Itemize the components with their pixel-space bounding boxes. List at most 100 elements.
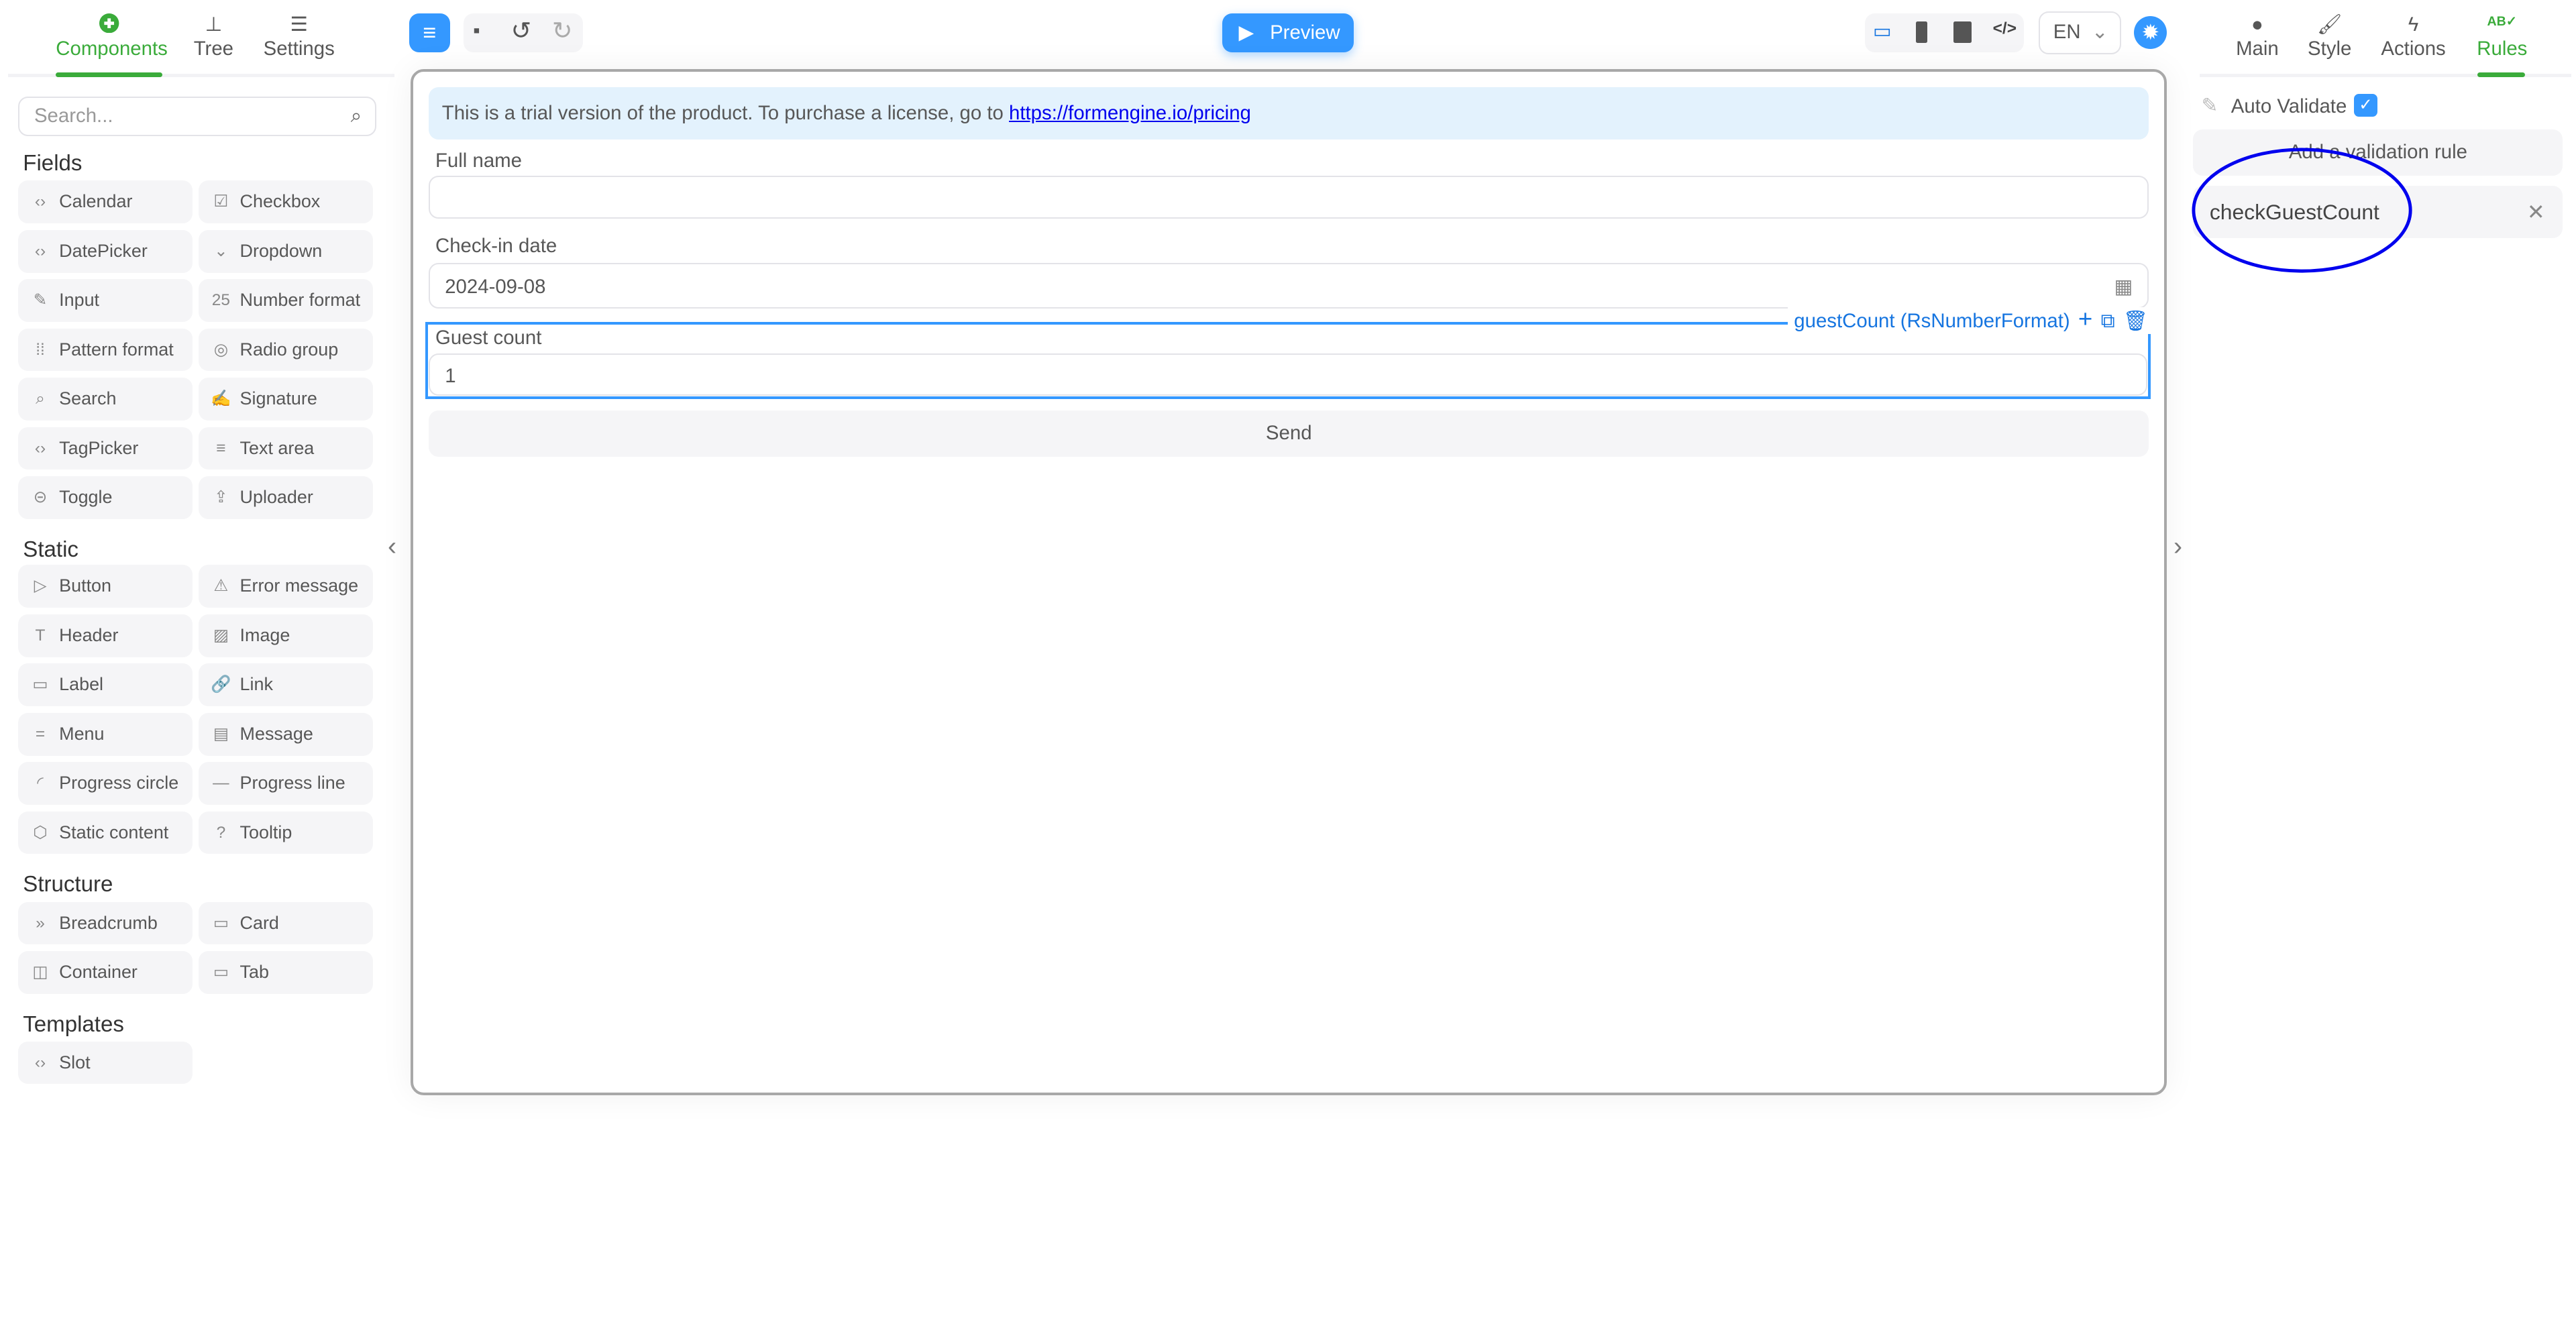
guest-count-input[interactable]: 1 [429,353,2147,396]
preview-button[interactable]: ▶ Preview [1222,13,1354,53]
component-menu[interactable]: = Menu [17,712,193,756]
component-radio-group[interactable]: ◎ Radio group [199,328,373,372]
component-signature[interactable]: ✍ Signature [199,378,373,421]
component-text-area[interactable]: ≡ Text area [199,427,373,470]
trash-icon[interactable]: 🗑 [2123,310,2148,332]
component-dropdown[interactable]: ⌄ Dropdown [199,229,373,273]
component-label: Dropdown [239,240,323,261]
tab-settings[interactable]: ☰ Settings [263,13,335,61]
theme-settings-icon[interactable]: ✹ [2134,16,2167,50]
component-label: Toggle [59,487,113,508]
component-label: Input [59,290,100,311]
component-label: Tooltip [239,822,292,842]
component-icon: T [35,626,46,645]
component-toggle[interactable]: ⊝ Toggle [17,476,193,519]
calendar-icon[interactable]: ▦ [2114,264,2133,311]
component-link[interactable]: 🔗 Link [199,663,373,707]
component-icon: = [35,724,46,743]
component-header[interactable]: T Header [17,614,193,657]
component-id-label: guestCount (RsNumberFormat) [1794,309,2070,332]
full-name-input[interactable] [429,176,2149,219]
component-card[interactable]: ▭ Card [199,901,373,945]
hamburger-icon: ≡ [423,19,437,46]
component-label: Uploader [239,487,313,508]
tab-label: Tree [193,38,234,60]
mobile-icon[interactable] [1915,21,1927,43]
checkin-date-input[interactable]: 2024-09-08 ▦ [429,262,2149,311]
component-progress-line[interactable]: — Progress line [199,762,373,805]
component-label: Menu [59,723,105,744]
tab-label: Main [2236,38,2279,60]
component-pattern-format[interactable]: ⁞⁞ Pattern format [17,328,193,372]
component-icon: ⁞⁞ [36,340,45,359]
component-tooltip[interactable]: ? Tooltip [199,811,373,854]
device-toolbar: ▭ </> [1864,13,2025,53]
tab-main[interactable]: ● Main [2235,13,2281,61]
component-icon: ⊝ [33,488,48,507]
component-icon: ⇪ [214,488,228,507]
tab-rules[interactable]: AB✓ Rules [2474,13,2530,61]
active-tab-indicator [56,72,163,78]
menu-button[interactable]: ≡ [409,13,451,53]
close-icon[interactable]: ✕ [2527,186,2545,238]
tab-actions[interactable]: ϟ Actions [2379,13,2448,61]
component-label: Progress line [239,773,345,793]
language-select[interactable]: EN ⌄ [2039,11,2121,54]
component-image[interactable]: ▨ Image [199,614,373,657]
tab-style[interactable]: 🖌 Style [2303,13,2355,61]
component-calendar[interactable]: ‹› Calendar [17,180,193,224]
plus-circle-icon [56,13,162,36]
save-icon[interactable]: ▪ [473,19,480,42]
auto-validate-checkbox[interactable]: ✓ [2354,93,2377,117]
component-number-format[interactable]: 25 Number format [199,279,373,322]
component-label: Tab [239,961,269,982]
component-error-message[interactable]: ⚠ Error message [199,565,373,608]
send-button[interactable]: Send [429,410,2149,457]
tab-components[interactable]: Components [56,13,168,61]
component-icon: ◎ [213,340,229,359]
section-header: Fields [23,151,83,176]
component-tab[interactable]: ▭ Tab [199,950,373,994]
component-message[interactable]: ▤ Message [199,712,373,756]
collapse-left-icon[interactable]: ‹ [388,532,396,561]
component-input[interactable]: ✎ Input [17,279,193,322]
component-icon: 25 [211,291,230,310]
guest-count-label: Guest count [435,327,542,349]
component-button[interactable]: ▷ Button [17,565,193,608]
component-static-content[interactable]: ⬡ Static content [17,811,193,854]
code-icon[interactable]: </> [1993,19,2017,38]
component-icon: ✎ [33,291,48,310]
undo-icon[interactable]: ↺ [511,16,532,45]
component-breadcrumb[interactable]: » Breadcrumb [17,901,193,945]
component-container[interactable]: ◫ Container [17,950,193,994]
pricing-link[interactable]: https://formengine.io/pricing [1009,102,1251,124]
tab-label: Settings [263,38,335,60]
component-tagpicker[interactable]: ‹› TagPicker [17,427,193,470]
copy-icon[interactable]: ⧉ [2101,310,2115,332]
component-datepicker[interactable]: ‹› DatePicker [17,229,193,273]
collapse-right-icon[interactable]: › [2174,532,2182,561]
component-checkbox[interactable]: ☑ Checkbox [199,180,373,224]
selected-component-toolbar: guestCount (RsNumberFormat) + ⧉ 🗑 [1787,305,2155,334]
component-label: Error message [239,575,359,596]
component-search-input[interactable]: Search... ⌕ [17,97,376,137]
redo-icon[interactable]: ↻ [552,16,573,45]
tab-label: Actions [2381,38,2446,60]
component-progress-circle[interactable]: ◜ Progress circle [17,762,193,805]
component-icon: ▨ [213,626,229,645]
add-icon[interactable]: + [2078,305,2092,333]
desktop-icon[interactable]: ▭ [1873,19,1892,43]
component-uploader[interactable]: ⇪ Uploader [199,476,373,519]
tablet-icon[interactable] [1953,21,1972,43]
component-icon: ▭ [213,913,229,932]
annotation-ellipse [2191,148,2412,273]
component-label[interactable]: ▭ Label [17,663,193,707]
auto-validate-label: Auto Validate [2231,95,2347,118]
component-slot[interactable]: ‹› Slot [17,1041,193,1085]
tab-tree[interactable]: ⊥ Tree [191,13,237,61]
component-label: Card [239,912,279,933]
component-icon: ✍ [211,390,231,408]
component-search[interactable]: ⌕ Search [17,378,193,421]
component-label: Image [239,624,290,645]
section-header: Templates [23,1011,124,1037]
